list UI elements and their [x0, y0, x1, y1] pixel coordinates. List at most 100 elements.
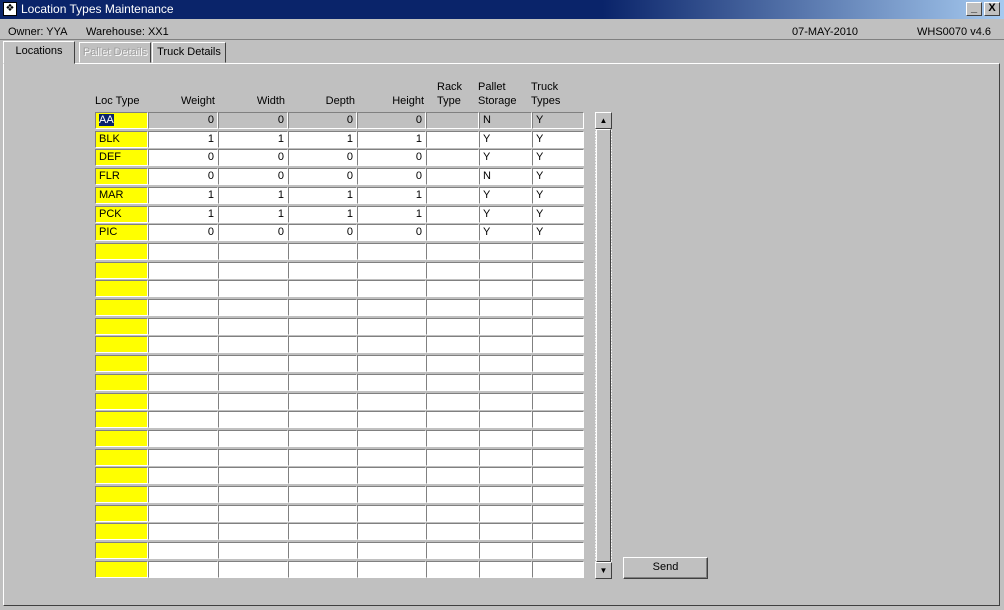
width-cell[interactable]: 1	[218, 131, 288, 148]
width-cell[interactable]	[218, 542, 288, 559]
pallet-storage-cell[interactable]	[479, 561, 532, 578]
width-cell[interactable]: 0	[218, 168, 288, 185]
pallet-storage-cell[interactable]	[479, 243, 532, 260]
rack-type-cell[interactable]	[426, 112, 479, 129]
truck-types-cell[interactable]	[532, 542, 584, 559]
tab-locations[interactable]: Locations	[3, 41, 75, 64]
pallet-storage-cell[interactable]	[479, 486, 532, 503]
weight-cell[interactable]	[148, 280, 218, 297]
width-cell[interactable]	[218, 280, 288, 297]
rack-type-cell[interactable]	[426, 411, 479, 428]
weight-cell[interactable]	[148, 243, 218, 260]
height-cell[interactable]	[357, 318, 426, 335]
rack-type-cell[interactable]	[426, 542, 479, 559]
height-cell[interactable]	[357, 355, 426, 372]
width-cell[interactable]: 1	[218, 206, 288, 223]
weight-cell[interactable]	[148, 486, 218, 503]
width-cell[interactable]	[218, 374, 288, 391]
pallet-storage-cell[interactable]: N	[479, 112, 532, 129]
weight-cell[interactable]: 0	[148, 168, 218, 185]
rack-type-cell[interactable]	[426, 374, 479, 391]
truck-types-cell[interactable]	[532, 430, 584, 447]
width-cell[interactable]	[218, 430, 288, 447]
weight-cell[interactable]: 0	[148, 112, 218, 129]
loc-type-cell[interactable]: PIC	[95, 224, 148, 241]
rack-type-cell[interactable]	[426, 486, 479, 503]
weight-cell[interactable]	[148, 336, 218, 353]
weight-cell[interactable]	[148, 299, 218, 316]
height-cell[interactable]	[357, 523, 426, 540]
loc-type-cell[interactable]: PCK	[95, 206, 148, 223]
width-cell[interactable]: 1	[218, 187, 288, 204]
truck-types-cell[interactable]	[532, 280, 584, 297]
loc-type-cell[interactable]	[95, 449, 148, 466]
loc-type-cell[interactable]	[95, 486, 148, 503]
depth-cell[interactable]: 1	[288, 131, 357, 148]
depth-cell[interactable]: 0	[288, 224, 357, 241]
scroll-down-icon[interactable]: ▼	[595, 562, 612, 579]
loc-type-cell[interactable]: DEF	[95, 149, 148, 166]
height-cell[interactable]	[357, 374, 426, 391]
pallet-storage-cell[interactable]	[479, 374, 532, 391]
title-bar[interactable]: ❖ Location Types Maintenance _ X	[0, 0, 1004, 19]
loc-type-cell[interactable]: FLR	[95, 168, 148, 185]
pallet-storage-cell[interactable]	[479, 262, 532, 279]
rack-type-cell[interactable]	[426, 449, 479, 466]
height-cell[interactable]: 0	[357, 149, 426, 166]
minimize-button[interactable]: _	[966, 2, 982, 16]
truck-types-cell[interactable]	[532, 449, 584, 466]
close-button[interactable]: X	[984, 2, 1000, 16]
height-cell[interactable]	[357, 542, 426, 559]
tab-truck-details[interactable]: Truck Details	[152, 42, 226, 63]
truck-types-cell[interactable]	[532, 262, 584, 279]
height-cell[interactable]	[357, 336, 426, 353]
width-cell[interactable]	[218, 243, 288, 260]
depth-cell[interactable]	[288, 374, 357, 391]
rack-type-cell[interactable]	[426, 561, 479, 578]
truck-types-cell[interactable]	[532, 467, 584, 484]
truck-types-cell[interactable]: Y	[532, 149, 584, 166]
pallet-storage-cell[interactable]	[479, 318, 532, 335]
width-cell[interactable]	[218, 561, 288, 578]
truck-types-cell[interactable]: Y	[532, 112, 584, 129]
height-cell[interactable]	[357, 299, 426, 316]
truck-types-cell[interactable]: Y	[532, 168, 584, 185]
truck-types-cell[interactable]	[532, 393, 584, 410]
rack-type-cell[interactable]	[426, 206, 479, 223]
height-cell[interactable]	[357, 243, 426, 260]
truck-types-cell[interactable]	[532, 243, 584, 260]
weight-cell[interactable]	[148, 411, 218, 428]
loc-type-cell[interactable]	[95, 374, 148, 391]
depth-cell[interactable]	[288, 280, 357, 297]
loc-type-cell[interactable]	[95, 561, 148, 578]
weight-cell[interactable]: 0	[148, 224, 218, 241]
pallet-storage-cell[interactable]	[479, 430, 532, 447]
rack-type-cell[interactable]	[426, 168, 479, 185]
width-cell[interactable]	[218, 467, 288, 484]
depth-cell[interactable]	[288, 243, 357, 260]
loc-type-cell[interactable]	[95, 318, 148, 335]
height-cell[interactable]	[357, 393, 426, 410]
weight-cell[interactable]	[148, 355, 218, 372]
weight-cell[interactable]	[148, 262, 218, 279]
height-cell[interactable]	[357, 280, 426, 297]
pallet-storage-cell[interactable]: Y	[479, 206, 532, 223]
pallet-storage-cell[interactable]	[479, 505, 532, 522]
depth-cell[interactable]	[288, 486, 357, 503]
rack-type-cell[interactable]	[426, 299, 479, 316]
depth-cell[interactable]	[288, 467, 357, 484]
weight-cell[interactable]	[148, 374, 218, 391]
truck-types-cell[interactable]	[532, 299, 584, 316]
rack-type-cell[interactable]	[426, 318, 479, 335]
depth-cell[interactable]	[288, 542, 357, 559]
height-cell[interactable]: 1	[357, 206, 426, 223]
width-cell[interactable]	[218, 262, 288, 279]
width-cell[interactable]: 0	[218, 224, 288, 241]
truck-types-cell[interactable]	[532, 523, 584, 540]
height-cell[interactable]	[357, 505, 426, 522]
loc-type-cell[interactable]	[95, 467, 148, 484]
rack-type-cell[interactable]	[426, 280, 479, 297]
pallet-storage-cell[interactable]	[479, 299, 532, 316]
rack-type-cell[interactable]	[426, 355, 479, 372]
weight-cell[interactable]: 0	[148, 149, 218, 166]
